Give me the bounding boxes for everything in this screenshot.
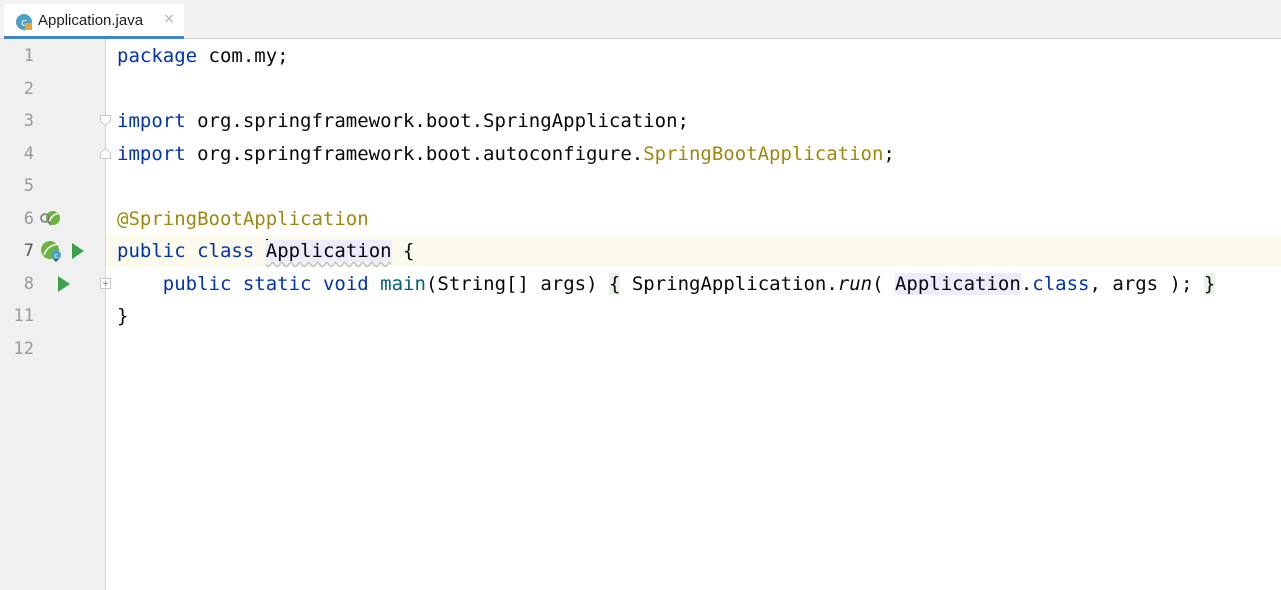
keyword: static	[242, 273, 312, 295]
line-number: 3	[23, 111, 34, 131]
close-icon[interactable]: ×	[162, 11, 176, 27]
code-text: .	[1020, 273, 1033, 295]
class-reference: Application	[894, 273, 1021, 295]
code-line-1: package com.my;	[117, 40, 289, 72]
line-number: 12	[13, 339, 34, 359]
code-text: (String[] args)	[425, 273, 609, 295]
java-class-icon: c	[16, 14, 32, 30]
keyword: class	[197, 240, 255, 262]
keyword: package	[117, 45, 198, 67]
method-call: run	[837, 273, 873, 295]
code-line-11: }	[117, 300, 128, 332]
line-number: 1	[23, 46, 34, 66]
keyword: public	[117, 240, 186, 262]
code-text: (	[872, 273, 895, 295]
line-number: 5	[23, 176, 34, 196]
line-number: 7	[23, 241, 34, 261]
spring-bean-search-icon[interactable]	[39, 209, 61, 229]
code-text: {	[391, 240, 415, 262]
fold-marker-icon[interactable]	[100, 115, 111, 126]
code-text: org.springframework.boot.SpringApplicati…	[185, 110, 689, 132]
keyword: import	[117, 143, 186, 165]
code-text: , args );	[1089, 273, 1204, 295]
svg-text:c: c	[54, 252, 58, 260]
code-line-7: public class Application {	[117, 235, 414, 267]
keyword: public	[162, 273, 232, 295]
editor-tab-bar: c Application.java ×	[0, 0, 1281, 39]
annotation-class: SpringBootApplication	[643, 143, 884, 165]
class-name: Application	[265, 240, 392, 262]
folded-brace-open[interactable]: {	[608, 273, 621, 295]
annotation: @SpringBootApplication	[117, 208, 369, 230]
code-text: ;	[883, 143, 895, 165]
tab-label: Application.java	[38, 12, 144, 29]
run-icon[interactable]	[70, 242, 86, 260]
code-line-4: import org.springframework.boot.autoconf…	[117, 138, 895, 170]
code-line-3: import org.springframework.boot.SpringAp…	[117, 105, 689, 137]
code-text: org.springframework.boot.autoconfigure.	[185, 143, 644, 165]
code-text: SpringApplication.	[620, 273, 838, 295]
code-line-8: public static void main(String[] args) {…	[117, 268, 1216, 300]
line-number: 6	[23, 209, 34, 229]
folded-brace-close[interactable]: }	[1203, 273, 1216, 295]
line-number: 4	[23, 144, 34, 164]
spring-boot-application-icon[interactable]: c	[39, 240, 63, 262]
keyword: class	[1032, 273, 1090, 295]
line-number: 11	[13, 306, 34, 326]
expand-fold-icon[interactable]	[100, 278, 111, 289]
run-main-icon[interactable]	[56, 275, 72, 293]
method-name: main	[380, 273, 426, 295]
line-number: 8	[23, 274, 34, 294]
code-line-6: @SpringBootApplication	[117, 203, 369, 235]
code-text: com.my;	[197, 45, 289, 67]
fold-end-icon[interactable]	[100, 148, 111, 159]
keyword: void	[322, 273, 369, 295]
keyword: import	[117, 110, 186, 132]
tab-application-java[interactable]: c Application.java ×	[4, 4, 184, 39]
code-text: }	[117, 305, 129, 327]
line-number: 2	[23, 79, 34, 99]
